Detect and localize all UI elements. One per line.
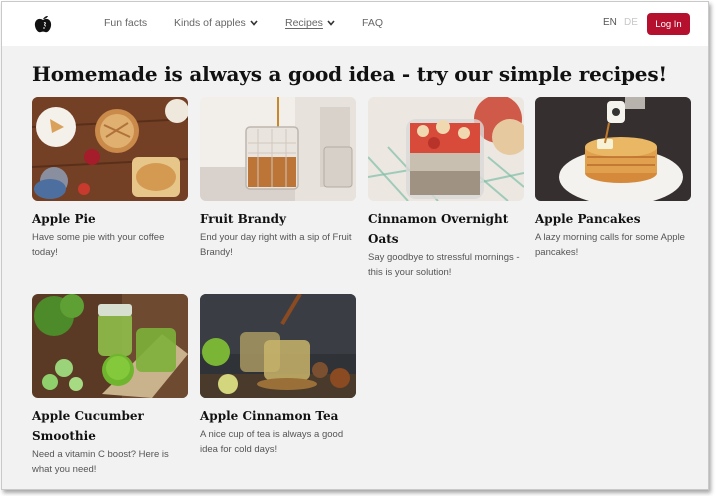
recipe-title[interactable]: Apple Pie (32, 209, 188, 229)
nav-recipes[interactable]: Recipes (285, 17, 335, 29)
recipe-card-fruit-brandy[interactable]: Fruit Brandy End your day right with a s… (200, 97, 356, 260)
cucumber-smoothie-photo[interactable] (32, 294, 188, 398)
recipe-description: End your day right with a sip of Fruit B… (200, 232, 352, 258)
overnight-oats-photo[interactable] (368, 97, 524, 201)
recipe-title[interactable]: Cinnamon Overnight Oats (368, 209, 524, 249)
recipe-description: Need a vitamin C boost? Here is what you… (32, 449, 169, 475)
recipe-title[interactable]: Fruit Brandy (200, 209, 356, 229)
language-de[interactable]: DE (624, 17, 638, 28)
recipe-description: A nice cup of tea is always a good idea … (200, 429, 344, 455)
cinnamon-tea-photo[interactable] (200, 294, 356, 398)
language-en[interactable]: EN (603, 17, 617, 28)
nav-faq[interactable]: FAQ (362, 17, 383, 29)
top-navbar: Fun facts Kinds of apples Recipes FAQ EN… (2, 2, 708, 46)
nav-recipes-label: Recipes (285, 17, 323, 29)
login-button[interactable]: Log In (647, 13, 690, 35)
nav-kinds-of-apples[interactable]: Kinds of apples (174, 17, 258, 29)
recipe-title[interactable]: Apple Pancakes (535, 209, 691, 229)
recipe-card-apple-pancakes[interactable]: Apple Pancakes A lazy morning calls for … (535, 97, 691, 260)
recipe-description: A lazy morning calls for some Apple panc… (535, 232, 685, 258)
apple-pancakes-photo[interactable] (535, 97, 691, 201)
page-heading: Homemade is always a good idea - try our… (32, 62, 667, 86)
fruit-brandy-photo[interactable] (200, 97, 356, 201)
apple-pie-photo[interactable] (32, 97, 188, 201)
recipe-card-apple-pie[interactable]: Apple Pie Have some pie with your coffee… (32, 97, 188, 260)
chevron-down-icon (327, 20, 335, 26)
nav-kinds-of-apples-label: Kinds of apples (174, 17, 246, 29)
recipe-description: Have some pie with your coffee today! (32, 232, 165, 258)
recipe-title[interactable]: Apple Cucumber Smoothie (32, 406, 188, 446)
recipe-title[interactable]: Apple Cinnamon Tea (200, 406, 356, 426)
recipe-card-apple-cinnamon-tea[interactable]: Apple Cinnamon Tea A nice cup of tea is … (200, 294, 356, 457)
recipe-description: Say goodbye to stressful mornings - this… (368, 252, 520, 278)
nav-fun-facts[interactable]: Fun facts (104, 17, 147, 29)
chevron-down-icon (250, 20, 258, 26)
browser-viewport: Fun facts Kinds of apples Recipes FAQ EN… (1, 1, 709, 490)
recipe-card-apple-cucumber-smoothie[interactable]: Apple Cucumber Smoothie Need a vitamin C… (32, 294, 188, 477)
recipe-card-cinnamon-overnight-oats[interactable]: Cinnamon Overnight Oats Say goodbye to s… (368, 97, 524, 280)
apple-logo-icon[interactable] (33, 14, 53, 34)
